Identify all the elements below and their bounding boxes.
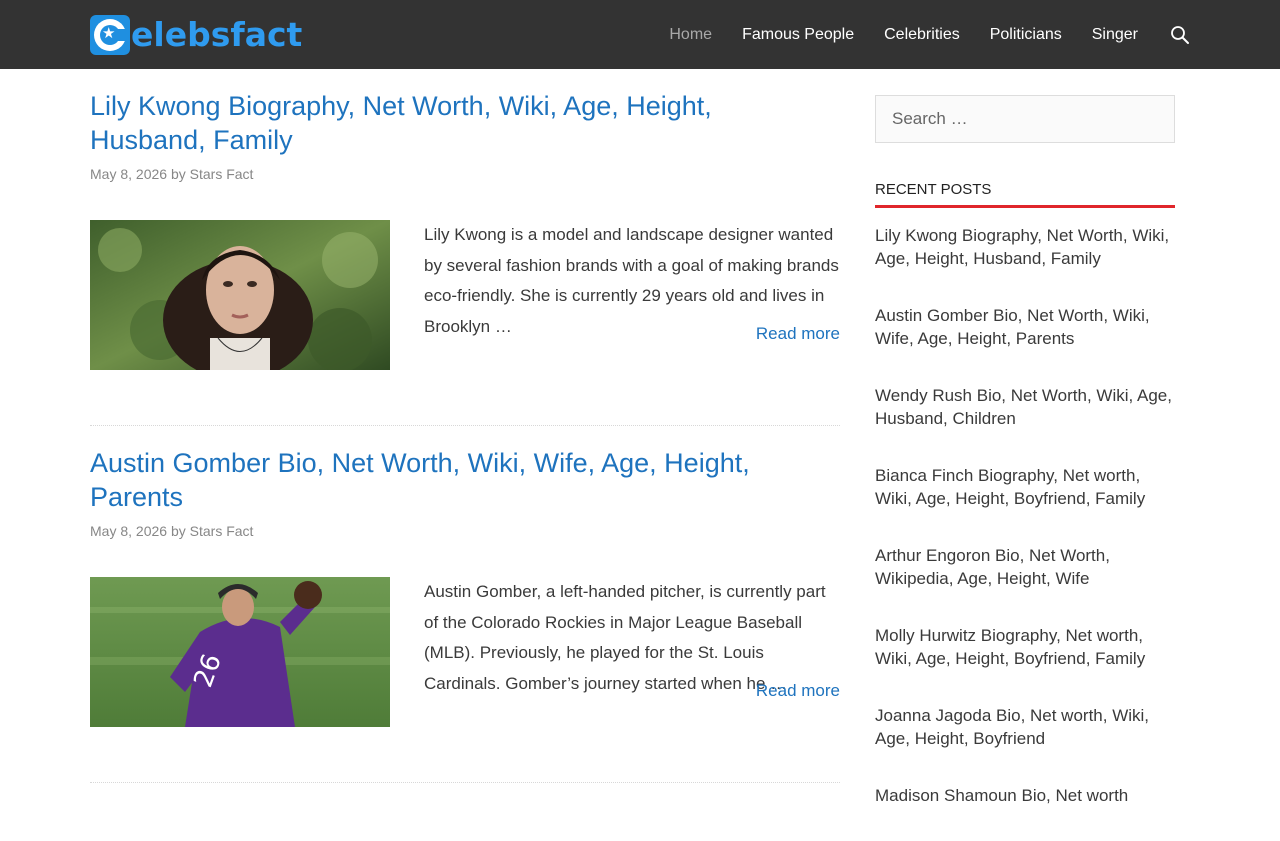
- list-item: Wendy Rush Bio, Net Worth, Wiki, Age, Hu…: [875, 384, 1175, 430]
- post-thumbnail[interactable]: 26: [90, 577, 390, 727]
- nav-celebrities[interactable]: Celebrities: [884, 26, 960, 44]
- post-author-link[interactable]: Stars Fact: [190, 523, 254, 539]
- nav-politicians[interactable]: Politicians: [990, 26, 1062, 44]
- recent-post-link[interactable]: Arthur Engoron Bio, Net Worth, Wikipedia…: [875, 544, 1175, 590]
- recent-post-link[interactable]: Wendy Rush Bio, Net Worth, Wiki, Age, Hu…: [875, 384, 1175, 430]
- recent-post-link[interactable]: Molly Hurwitz Biography, Net worth, Wiki…: [875, 624, 1175, 670]
- post-date: May 8, 2026: [90, 523, 168, 539]
- recent-posts-list: Lily Kwong Biography, Net Worth, Wiki, A…: [875, 224, 1175, 807]
- celebsfact-logo-icon: ★: [90, 15, 130, 55]
- list-item: Madison Shamoun Bio, Net worth: [875, 784, 1175, 807]
- list-item: Bianca Finch Biography, Net worth, Wiki,…: [875, 464, 1175, 510]
- post-author-link[interactable]: Stars Fact: [190, 166, 254, 182]
- nav-home[interactable]: Home: [669, 26, 712, 44]
- recent-posts-title: Recent Posts: [875, 181, 1175, 208]
- post-meta: May 8, 2026 by Stars Fact: [90, 523, 253, 539]
- list-item: Molly Hurwitz Biography, Net worth, Wiki…: [875, 624, 1175, 670]
- nav-famous-people[interactable]: Famous People: [742, 26, 854, 44]
- logo-text: elebsfact: [131, 15, 303, 54]
- site-header: ★ elebsfact Home Famous People Celebriti…: [0, 0, 1280, 69]
- recent-post-link[interactable]: Joanna Jagoda Bio, Net worth, Wiki, Age,…: [875, 704, 1175, 750]
- list-item: Austin Gomber Bio, Net Worth, Wiki, Wife…: [875, 304, 1175, 350]
- post-title[interactable]: Austin Gomber Bio, Net Worth, Wiki, Wife…: [90, 446, 810, 514]
- read-more-link[interactable]: Read more: [756, 681, 840, 701]
- post-by: by: [170, 166, 186, 182]
- nav-singer[interactable]: Singer: [1092, 26, 1138, 44]
- read-more-link[interactable]: Read more: [756, 324, 840, 344]
- list-item: Lily Kwong Biography, Net Worth, Wiki, A…: [875, 224, 1175, 270]
- recent-post-link[interactable]: Lily Kwong Biography, Net Worth, Wiki, A…: [875, 224, 1175, 270]
- list-item: Joanna Jagoda Bio, Net worth, Wiki, Age,…: [875, 704, 1175, 750]
- recent-post-link[interactable]: Austin Gomber Bio, Net Worth, Wiki, Wife…: [875, 304, 1175, 350]
- post-date: May 8, 2026: [90, 166, 168, 182]
- search-icon[interactable]: [1170, 25, 1190, 45]
- post-thumbnail[interactable]: [90, 220, 390, 370]
- sidebar: Recent Posts Lily Kwong Biography, Net W…: [875, 95, 1175, 841]
- post-title[interactable]: Lily Kwong Biography, Net Worth, Wiki, A…: [90, 89, 810, 157]
- post-list: Lily Kwong Biography, Net Worth, Wiki, A…: [90, 69, 840, 783]
- list-item: Arthur Engoron Bio, Net Worth, Wikipedia…: [875, 544, 1175, 590]
- post-card: Lily Kwong Biography, Net Worth, Wiki, A…: [90, 69, 840, 426]
- post-by: by: [170, 523, 186, 539]
- post-card: Austin Gomber Bio, Net Worth, Wiki, Wife…: [90, 426, 840, 783]
- recent-post-link[interactable]: Bianca Finch Biography, Net worth, Wiki,…: [875, 464, 1175, 510]
- search-input[interactable]: [875, 95, 1175, 143]
- post-meta: May 8, 2026 by Stars Fact: [90, 166, 253, 182]
- main-navigation: Home Famous People Celebrities Politicia…: [639, 0, 1190, 69]
- site-logo[interactable]: ★ elebsfact: [90, 15, 302, 55]
- recent-post-link[interactable]: Madison Shamoun Bio, Net worth: [875, 784, 1175, 807]
